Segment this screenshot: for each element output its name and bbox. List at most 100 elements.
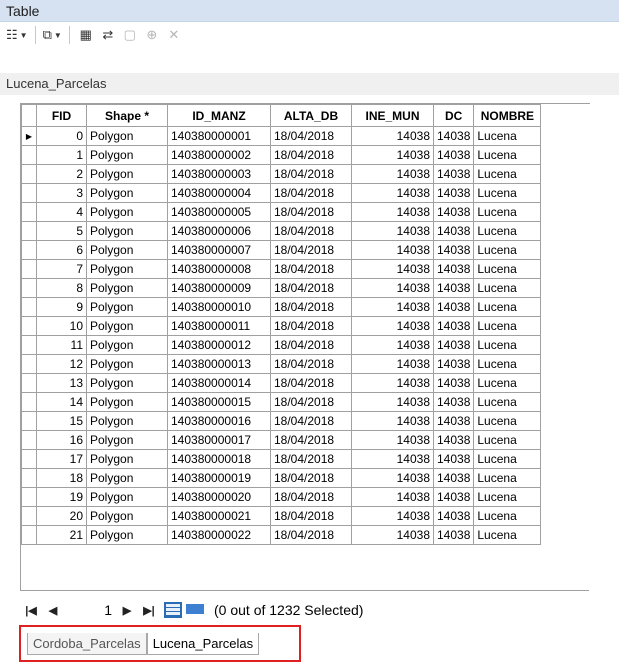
table-cell[interactable]: 14038 <box>351 373 434 393</box>
row-selector[interactable] <box>21 297 37 317</box>
table-cell[interactable]: Lucena <box>473 373 542 393</box>
table-cell[interactable]: 140380000010 <box>167 297 271 317</box>
attribute-grid[interactable]: FID Shape * ID_MANZ ALTA_DB INE_MUN DC N… <box>20 103 590 591</box>
table-cell[interactable]: 14038 <box>432 392 475 412</box>
table-cell[interactable]: 140380000012 <box>167 335 271 355</box>
table-cell[interactable]: 14038 <box>432 221 475 241</box>
table-row[interactable]: 6 Polygon 140380000007 18/04/2018 14038 14038… <box>21 240 542 260</box>
table-cell[interactable]: Polygon <box>86 468 168 488</box>
table-cell[interactable]: Lucena <box>473 259 542 279</box>
row-selector[interactable] <box>21 335 37 355</box>
table-cell[interactable]: 9 <box>36 297 87 317</box>
row-selector[interactable] <box>21 164 37 184</box>
table-cell[interactable]: Lucena <box>473 278 542 298</box>
table-cell[interactable]: 140380000016 <box>167 411 271 431</box>
table-cell[interactable]: 140380000008 <box>167 259 271 279</box>
table-row[interactable]: 12 Polygon 140380000013 18/04/2018 14038 1403… <box>21 354 542 374</box>
table-cell[interactable]: 18/04/2018 <box>270 278 352 298</box>
table-cell[interactable]: 18/04/2018 <box>270 316 352 336</box>
table-cell[interactable]: 14038 <box>432 259 475 279</box>
table-cell[interactable]: 18/04/2018 <box>270 354 352 374</box>
table-cell[interactable]: 14038 <box>432 126 475 146</box>
table-cell[interactable]: 14038 <box>432 373 475 393</box>
table-cell[interactable]: 14038 <box>432 354 475 374</box>
table-cell[interactable]: 14038 <box>351 259 434 279</box>
table-cell[interactable]: 14038 <box>351 297 434 317</box>
table-cell[interactable]: 2 <box>36 164 87 184</box>
table-cell[interactable]: 140380000011 <box>167 316 271 336</box>
zoom-to-selected-button[interactable]: ⊕ <box>143 25 161 45</box>
table-cell[interactable]: 140380000006 <box>167 221 271 241</box>
delete-selected-button[interactable]: ✕ <box>165 25 183 45</box>
table-cell[interactable]: 18/04/2018 <box>270 240 352 260</box>
table-row[interactable]: 21 Polygon 140380000022 18/04/2018 14038 1403… <box>21 525 542 545</box>
table-cell[interactable]: 17 <box>36 449 87 469</box>
table-cell[interactable]: Lucena <box>473 354 542 374</box>
table-cell[interactable]: 15 <box>36 411 87 431</box>
row-selector[interactable] <box>21 316 37 336</box>
table-cell[interactable]: 8 <box>36 278 87 298</box>
row-selector[interactable] <box>21 354 37 374</box>
row-selector[interactable] <box>21 506 37 526</box>
table-cell[interactable]: 7 <box>36 259 87 279</box>
table-cell[interactable]: 18/04/2018 <box>270 449 352 469</box>
table-row[interactable]: 7 Polygon 140380000008 18/04/2018 14038 14038… <box>21 259 542 279</box>
next-record-button[interactable]: ▶ <box>116 604 138 617</box>
table-cell[interactable]: 14038 <box>432 202 475 222</box>
table-cell[interactable]: 18/04/2018 <box>270 468 352 488</box>
row-selector[interactable] <box>21 392 37 412</box>
table-cell[interactable]: 140380000015 <box>167 392 271 412</box>
table-cell[interactable]: 14038 <box>351 126 434 146</box>
table-cell[interactable]: 140380000019 <box>167 468 271 488</box>
table-row[interactable]: 17 Polygon 140380000018 18/04/2018 14038 1403… <box>21 449 542 469</box>
table-cell[interactable]: Polygon <box>86 411 168 431</box>
table-cell[interactable]: Lucena <box>473 449 542 469</box>
table-cell[interactable]: 14038 <box>351 392 434 412</box>
table-cell[interactable]: Polygon <box>86 183 168 203</box>
table-cell[interactable]: 11 <box>36 335 87 355</box>
table-cell[interactable]: Lucena <box>473 430 542 450</box>
table-cell[interactable]: 14038 <box>351 278 434 298</box>
table-cell[interactable]: 140380000005 <box>167 202 271 222</box>
table-cell[interactable]: 140380000003 <box>167 164 271 184</box>
table-cell[interactable]: 12 <box>36 354 87 374</box>
table-cell[interactable]: 0 <box>36 126 87 146</box>
table-cell[interactable]: Lucena <box>473 468 542 488</box>
table-row[interactable]: 10 Polygon 140380000011 18/04/2018 14038 1403… <box>21 316 542 336</box>
table-cell[interactable]: Polygon <box>86 316 168 336</box>
table-cell[interactable]: 10 <box>36 316 87 336</box>
table-cell[interactable]: Polygon <box>86 297 168 317</box>
table-cell[interactable]: Polygon <box>86 259 168 279</box>
table-cell[interactable]: 18/04/2018 <box>270 297 352 317</box>
table-cell[interactable]: 4 <box>36 202 87 222</box>
table-row[interactable]: 19 Polygon 140380000020 18/04/2018 14038 1403… <box>21 487 542 507</box>
table-row[interactable]: 18 Polygon 140380000019 18/04/2018 14038 1403… <box>21 468 542 488</box>
table-cell[interactable]: 140380000009 <box>167 278 271 298</box>
table-cell[interactable]: 140380000007 <box>167 240 271 260</box>
table-cell[interactable]: 14038 <box>351 164 434 184</box>
table-cell[interactable]: Polygon <box>86 373 168 393</box>
row-selector[interactable] <box>21 468 37 488</box>
last-record-button[interactable]: ▶| <box>138 604 160 617</box>
table-cell[interactable]: Polygon <box>86 354 168 374</box>
table-cell[interactable]: Lucena <box>473 392 542 412</box>
table-cell[interactable]: 18/04/2018 <box>270 183 352 203</box>
row-selector[interactable] <box>21 449 37 469</box>
column-header-fid[interactable]: FID <box>36 104 87 127</box>
table-cell[interactable]: 18 <box>36 468 87 488</box>
table-cell[interactable]: 3 <box>36 183 87 203</box>
table-cell[interactable]: 140380000022 <box>167 525 271 545</box>
row-selector[interactable] <box>21 278 37 298</box>
table-cell[interactable]: 6 <box>36 240 87 260</box>
table-cell[interactable]: 14038 <box>351 525 434 545</box>
table-cell[interactable]: 14038 <box>432 449 475 469</box>
table-cell[interactable]: Lucena <box>473 164 542 184</box>
table-cell[interactable]: 14038 <box>351 354 434 374</box>
table-cell[interactable]: 14038 <box>351 316 434 336</box>
table-cell[interactable]: 14038 <box>432 335 475 355</box>
table-cell[interactable]: Polygon <box>86 449 168 469</box>
table-cell[interactable]: 14038 <box>432 487 475 507</box>
table-cell[interactable]: 18/04/2018 <box>270 259 352 279</box>
table-cell[interactable]: Polygon <box>86 164 168 184</box>
switch-selection-button[interactable]: ⇄ <box>99 25 117 45</box>
